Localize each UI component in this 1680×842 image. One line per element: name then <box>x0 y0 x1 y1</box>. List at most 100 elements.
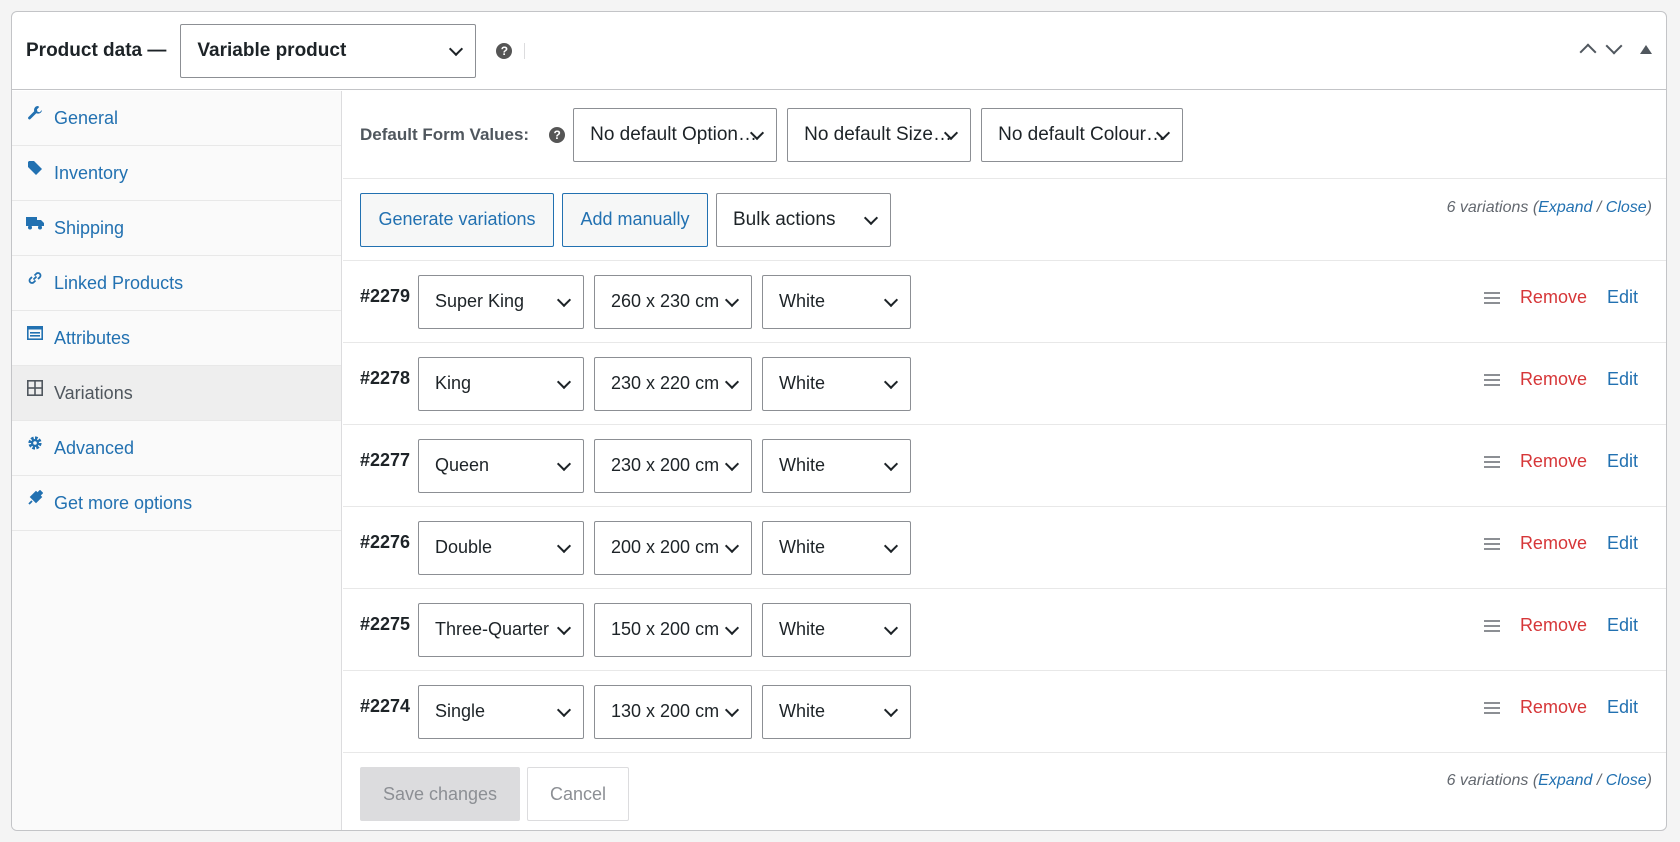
chevron-down-icon <box>556 456 572 471</box>
chevron-down-icon <box>883 620 899 635</box>
variation-size-select[interactable]: 230 x 220 cm <box>594 356 752 411</box>
tab-advanced[interactable]: Advanced <box>12 421 341 476</box>
remove-link[interactable]: Remove <box>1520 697 1587 718</box>
variation-id: #2278 <box>360 368 411 388</box>
gear-icon <box>26 434 44 452</box>
remove-link[interactable]: Remove <box>1520 615 1587 636</box>
edit-link[interactable]: Edit <box>1607 615 1638 636</box>
tag-icon <box>26 159 44 177</box>
default-colour-select[interactable]: No default Colour… <box>981 107 1184 162</box>
variation-size-select[interactable]: 200 x 200 cm <box>594 520 752 575</box>
variation-id: #2276 <box>360 532 411 552</box>
product-type-select[interactable]: Variable product <box>180 23 477 78</box>
chevron-down-icon <box>556 702 572 717</box>
expand-link[interactable]: Expand <box>1538 199 1592 216</box>
tab-shipping[interactable]: Shipping <box>12 201 341 256</box>
product-data-panel: Product data — Variable product ? Genera… <box>11 11 1667 831</box>
variation-colour-select[interactable]: White <box>762 356 911 411</box>
help-icon[interactable]: ? <box>496 42 513 59</box>
expand-link[interactable]: Expand <box>1538 772 1592 789</box>
tab-general[interactable]: General <box>12 91 341 146</box>
variation-colour-select[interactable]: White <box>762 602 911 657</box>
close-link[interactable]: Close <box>1606 199 1647 216</box>
drag-handle-icon[interactable] <box>1483 289 1500 307</box>
tab-attributes[interactable]: Attributes <box>12 311 341 366</box>
save-changes-button[interactable]: Save changes <box>360 767 520 821</box>
variations-list: #2279 Super King 260 x 230 cm White Remo… <box>343 261 1666 753</box>
variation-size-select[interactable]: 230 x 200 cm <box>594 438 752 493</box>
variation-row[interactable]: #2279 Super King 260 x 230 cm White Remo… <box>343 261 1666 343</box>
variation-colour-select[interactable]: White <box>762 520 911 575</box>
remove-link[interactable]: Remove <box>1520 533 1587 554</box>
default-option-select[interactable]: No default Option… <box>573 107 778 162</box>
variation-size-select[interactable]: 150 x 200 cm <box>594 602 752 657</box>
edit-link[interactable]: Edit <box>1607 287 1638 308</box>
remove-link[interactable]: Remove <box>1520 287 1587 308</box>
edit-link[interactable]: Edit <box>1607 451 1638 472</box>
variation-option-select[interactable]: Three-Quarter <box>418 602 584 657</box>
variation-option-select[interactable]: Single <box>418 684 584 739</box>
drag-handle-icon[interactable] <box>1483 535 1500 553</box>
remove-link[interactable]: Remove <box>1520 451 1587 472</box>
chevron-down-icon <box>863 210 879 225</box>
grid-icon <box>26 379 44 397</box>
variation-row[interactable]: #2278 King 230 x 220 cm White Remove Edi… <box>343 343 1666 425</box>
tab-inventory[interactable]: Inventory <box>12 146 341 201</box>
generate-variations-button[interactable]: Generate variations <box>360 192 554 247</box>
variations-count: 6 variations (Expand / Close) <box>1446 199 1652 216</box>
collapse-toggle-icon[interactable] <box>1640 44 1652 54</box>
edit-link[interactable]: Edit <box>1607 533 1638 554</box>
chevron-down-icon <box>449 41 464 56</box>
default-size-select[interactable]: No default Size… <box>787 107 972 162</box>
link-icon <box>26 269 44 287</box>
variations-footer: Save changes Cancel 6 variations (Expand… <box>343 753 1666 830</box>
drag-handle-icon[interactable] <box>1483 699 1500 717</box>
help-icon[interactable]: ? <box>549 126 566 143</box>
variation-actions: Generate variations Add manually Bulk ac… <box>343 179 1666 261</box>
chevron-down-icon <box>883 374 899 389</box>
cancel-button[interactable]: Cancel <box>527 767 629 821</box>
chevron-down-icon <box>883 702 899 717</box>
variation-colour-select[interactable]: White <box>762 274 911 329</box>
row-actions: Remove Edit <box>1483 287 1638 308</box>
tab-variations[interactable]: Variations <box>12 366 341 421</box>
variation-row[interactable]: #2275 Three-Quarter 150 x 200 cm White R… <box>343 589 1666 671</box>
move-down-icon[interactable] <box>1605 37 1623 55</box>
variation-option-select[interactable]: Super King <box>418 274 584 329</box>
drag-handle-icon[interactable] <box>1483 371 1500 389</box>
variation-option-select[interactable]: Double <box>418 520 584 575</box>
variation-colour-select[interactable]: White <box>762 438 911 493</box>
variations-count: 6 variations (Expand / Close) <box>1446 772 1652 789</box>
divider <box>524 42 526 59</box>
variations-panel: Default Form Values: ? No default Option… <box>343 91 1666 830</box>
variation-option-select[interactable]: Queen <box>418 438 584 493</box>
variation-colour-select[interactable]: White <box>762 684 911 739</box>
wrench-icon <box>26 104 44 122</box>
variation-row[interactable]: #2276 Double 200 x 200 cm White Remove E… <box>343 507 1666 589</box>
drag-handle-icon[interactable] <box>1483 453 1500 471</box>
chevron-down-icon <box>883 538 899 553</box>
row-actions: Remove Edit <box>1483 615 1638 636</box>
variation-row[interactable]: #2274 Single 130 x 200 cm White Remove E… <box>343 671 1666 753</box>
bulk-actions-select[interactable]: Bulk actions <box>716 192 891 247</box>
variation-option-select[interactable]: King <box>418 356 584 411</box>
add-manually-button[interactable]: Add manually <box>562 192 708 247</box>
variation-size-select[interactable]: 130 x 200 cm <box>594 684 752 739</box>
variation-size-select[interactable]: 260 x 230 cm <box>594 274 752 329</box>
plugin-icon <box>26 489 44 507</box>
chevron-down-icon <box>556 374 572 389</box>
variation-row[interactable]: #2277 Queen 230 x 200 cm White Remove Ed… <box>343 425 1666 507</box>
remove-link[interactable]: Remove <box>1520 369 1587 390</box>
drag-handle-icon[interactable] <box>1483 617 1500 635</box>
panel-controls <box>1579 37 1652 61</box>
row-actions: Remove Edit <box>1483 369 1638 390</box>
edit-link[interactable]: Edit <box>1607 369 1638 390</box>
edit-link[interactable]: Edit <box>1607 697 1638 718</box>
variation-id: #2275 <box>360 614 411 634</box>
tab-get-more-options[interactable]: Get more options <box>12 476 341 531</box>
move-up-icon[interactable] <box>1579 43 1597 61</box>
variation-id: #2279 <box>360 286 411 306</box>
close-link[interactable]: Close <box>1606 772 1647 789</box>
chevron-down-icon <box>883 292 899 307</box>
tab-linked-products[interactable]: Linked Products <box>12 256 341 311</box>
